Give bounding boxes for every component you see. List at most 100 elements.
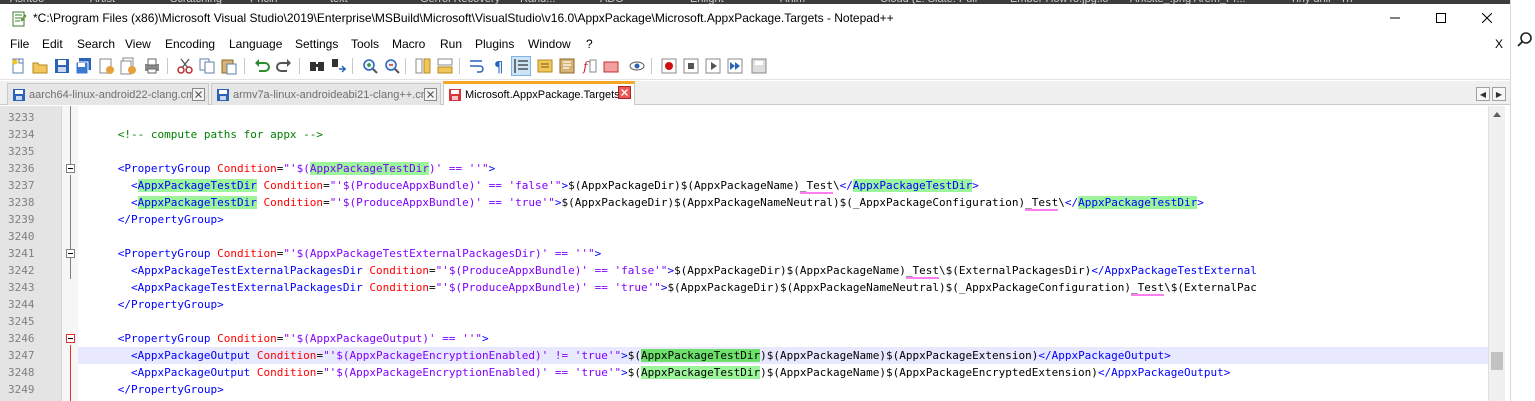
code-line[interactable]: <!-- compute paths for appx --> [78, 126, 1488, 143]
print-icon[interactable] [143, 57, 161, 75]
code-line[interactable] [78, 143, 1488, 160]
zoom-in-icon[interactable] [361, 57, 379, 75]
close-tab-icon[interactable] [192, 88, 205, 101]
menu-macro[interactable]: Macro [392, 37, 425, 51]
code-line[interactable]: <PropertyGroup Condition="'$(AppxPackage… [78, 245, 1488, 262]
tab-scroll-left-button[interactable]: ◀ [1476, 87, 1490, 101]
code-token: > [594, 247, 602, 260]
code-token: Condition [263, 196, 324, 209]
copy-icon[interactable] [198, 57, 216, 75]
highlighted-token: AppxPackageTestDir [137, 196, 257, 209]
save-icon[interactable] [53, 57, 71, 75]
close-icon[interactable] [97, 57, 115, 75]
menu-file[interactable]: File [10, 37, 29, 51]
code-line[interactable] [78, 228, 1488, 245]
tab-scroll-right-button[interactable]: ▶ [1492, 87, 1506, 101]
maximize-button[interactable] [1418, 4, 1464, 32]
toolbar-separator [167, 58, 168, 74]
code-line[interactable]: </PropertyGroup> [78, 381, 1488, 398]
new-file-icon[interactable] [9, 57, 27, 75]
line-number: 3243 [8, 281, 35, 294]
open-file-icon[interactable] [31, 57, 49, 75]
tab-label: aarch64-linux-android22-clang.cmd [29, 88, 202, 101]
search-icon[interactable] [1516, 31, 1534, 49]
code-line[interactable]: </PropertyGroup> [78, 296, 1488, 313]
close-document-button[interactable]: X [1495, 37, 1503, 51]
code-line[interactable]: <AppxPackageTestDir Condition="'$(Produc… [78, 177, 1488, 194]
replace-icon[interactable] [330, 57, 348, 75]
menu-window[interactable]: Window [528, 37, 571, 51]
line-number: 3244 [8, 298, 35, 311]
undo-icon[interactable] [253, 57, 271, 75]
fold-margin[interactable] [62, 106, 78, 401]
code-token: Condition [217, 247, 277, 260]
doc-map-icon[interactable] [558, 57, 576, 75]
show-all-chars-icon[interactable]: ¶ [490, 57, 508, 75]
monitoring-icon[interactable] [628, 57, 646, 75]
code-line[interactable] [78, 109, 1488, 126]
menu-edit[interactable]: Edit [42, 37, 63, 51]
close-all-icon[interactable] [119, 57, 137, 75]
zoom-out-icon[interactable] [383, 57, 401, 75]
current-code-line[interactable]: <AppxPackageOutput Condition="'$(AppxPac… [78, 347, 1488, 364]
scroll-up-arrow-icon[interactable] [1493, 112, 1501, 117]
code-line[interactable]: <PropertyGroup Condition="'$(AppxPackage… [78, 330, 1488, 347]
line-number: 3249 [8, 383, 35, 396]
paste-icon[interactable] [220, 57, 238, 75]
toolbar-separator [299, 58, 300, 74]
tab-armv7a-clangxx-cmd[interactable]: armv7a-linux-androideabi21-clang++.cmd [211, 83, 441, 105]
code-line[interactable]: </PropertyGroup> [78, 211, 1488, 228]
menu-view[interactable]: View [125, 37, 151, 51]
fold-toggle-icon[interactable] [66, 164, 75, 173]
cut-icon[interactable] [176, 57, 194, 75]
folder-workspace-icon[interactable] [602, 57, 620, 75]
editor-area[interactable]: 3233 3234 3235 3236 3237 3238 3239 3240 3241 3242… [0, 106, 1510, 401]
code-line[interactable]: <PropertyGroup Condition="'$(AppxPackage… [78, 160, 1488, 177]
code-view[interactable]: <!-- compute paths for appx --> <Propert… [78, 106, 1488, 401]
record-macro-icon[interactable] [660, 57, 678, 75]
menu-plugins[interactable]: Plugins [475, 37, 514, 51]
toolbar-separator [459, 58, 460, 74]
save-macro-icon[interactable] [750, 57, 768, 75]
code-token: $(AppxPackageDir)$(AppxPackageName) [568, 179, 800, 192]
scrollbar-thumb[interactable] [1491, 352, 1503, 370]
find-icon[interactable] [308, 57, 326, 75]
sync-horizontal-icon[interactable] [436, 57, 454, 75]
menu-tools[interactable]: Tools [351, 37, 379, 51]
stop-macro-icon[interactable] [682, 57, 700, 75]
sync-vertical-icon[interactable] [414, 57, 432, 75]
close-tab-icon[interactable] [618, 86, 631, 99]
menu-settings[interactable]: Settings [295, 37, 338, 51]
code-line[interactable]: <AppxPackageTestExternalPackagesDir Cond… [78, 262, 1488, 279]
function-list-icon[interactable]: f [580, 57, 598, 75]
code-line[interactable]: <AppxPackageTestExternalPackagesDir Cond… [78, 279, 1488, 296]
code-line[interactable] [78, 313, 1488, 330]
run-macro-multiple-icon[interactable] [726, 57, 744, 75]
code-line[interactable]: <AppxPackageTestDir Condition="'$(Produc… [78, 194, 1488, 211]
menu-search[interactable]: Search [77, 37, 115, 51]
line-number: 3238 [8, 196, 35, 209]
indent-guide-icon[interactable] [511, 56, 531, 76]
redo-icon[interactable] [275, 57, 293, 75]
menu-help[interactable]: ? [586, 37, 593, 51]
word-wrap-icon[interactable] [468, 57, 486, 75]
minimize-button[interactable] [1372, 4, 1418, 32]
vertical-scrollbar[interactable] [1488, 106, 1505, 401]
tab-appxpackage-targets[interactable]: Microsoft.AppxPackage.Targets [443, 81, 635, 105]
fold-toggle-icon[interactable] [66, 249, 75, 258]
tab-aarch64-clang-cmd[interactable]: aarch64-linux-android22-clang.cmd [7, 83, 209, 105]
code-token: <PropertyGroup [117, 247, 218, 260]
close-tab-icon[interactable] [424, 88, 437, 101]
fold-toggle-icon[interactable] [66, 334, 75, 343]
title-bar: *C:\Program Files (x86)\Microsoft Visual… [0, 4, 1510, 34]
code-token: > [972, 179, 979, 192]
close-window-button[interactable] [1464, 4, 1510, 32]
menu-run[interactable]: Run [440, 37, 462, 51]
menu-language[interactable]: Language [229, 37, 282, 51]
save-all-icon[interactable] [75, 57, 93, 75]
menu-encoding[interactable]: Encoding [165, 37, 215, 51]
play-macro-icon[interactable] [704, 57, 722, 75]
code-line[interactable]: <AppxPackageOutput Condition="'$(AppxPac… [78, 364, 1488, 381]
user-language-icon[interactable] [536, 57, 554, 75]
